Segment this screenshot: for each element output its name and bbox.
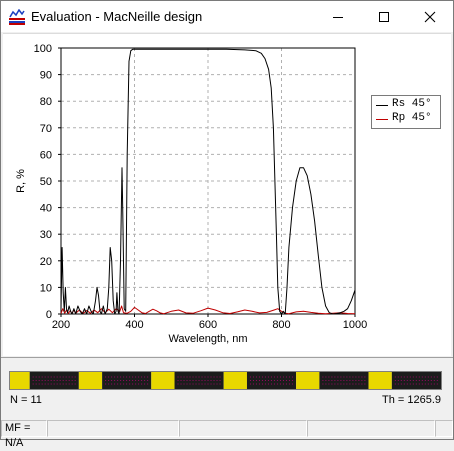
- window-title: Evaluation - MacNeille design: [31, 9, 203, 24]
- substrate-edge: [10, 372, 30, 389]
- y-tick-label: 40: [40, 203, 52, 215]
- app-icon: [9, 9, 25, 25]
- total-thickness: Th = 1265.9: [381, 394, 441, 406]
- maximize-icon: [379, 11, 389, 22]
- minimize-icon: [333, 16, 343, 18]
- layer-structure-bar[interactable]: [9, 371, 442, 390]
- x-tick-label: 600: [199, 319, 217, 331]
- status-panel-2: [47, 420, 179, 437]
- close-button[interactable]: [407, 1, 453, 32]
- evaluation-window: Evaluation - MacNeille design 200 400 600 8…: [0, 0, 454, 449]
- legend-label-rs: Rs 45°: [392, 98, 432, 110]
- y-tick-label: 10: [40, 282, 52, 294]
- x-axis-label: Wavelength, nm: [168, 333, 247, 345]
- layer-6: [223, 372, 247, 389]
- status-panel-3: [179, 420, 307, 437]
- title-bar[interactable]: Evaluation - MacNeille design: [1, 1, 453, 32]
- layer-structure-graphic: [10, 372, 441, 389]
- y-tick-label: 50: [40, 176, 52, 188]
- y-tick-label: 100: [34, 43, 52, 55]
- layer-4: [151, 372, 175, 389]
- status-panel-4: [307, 420, 435, 437]
- reflectance-chart[interactable]: 200 400 600 800 1000 0 10 20 30 40 50 60 70 80 90 100 Wa…: [3, 34, 451, 356]
- x-tick-label: 400: [125, 319, 143, 331]
- y-tick-label: 30: [40, 229, 52, 241]
- x-tick-label: 1000: [343, 319, 367, 331]
- y-tick-label: 90: [40, 70, 52, 82]
- panel-divider: [1, 357, 453, 358]
- x-tick-label: 800: [272, 319, 290, 331]
- x-tick-label: 200: [52, 319, 70, 331]
- layer-10: [368, 372, 392, 389]
- y-tick-label: 70: [40, 123, 52, 135]
- y-axis-label: R, %: [15, 169, 27, 193]
- status-mf: MF = N/A: [1, 420, 47, 449]
- legend-label-rp: Rp 45°: [392, 112, 432, 124]
- y-tick-label: 80: [40, 96, 52, 108]
- minimize-button[interactable]: [315, 1, 361, 32]
- y-tick-label: 20: [40, 256, 52, 268]
- y-tick-label: 0: [46, 309, 52, 321]
- plot-area[interactable]: 200 400 600 800 1000 0 10 20 30 40 50 60 70 80 90 100 Wa…: [3, 33, 451, 356]
- legend: Rs 45° Rp 45°: [371, 95, 441, 129]
- close-icon: [424, 11, 436, 22]
- legend-line-rp: [376, 119, 388, 120]
- layer-2: [78, 372, 103, 389]
- size-grip[interactable]: [435, 420, 453, 437]
- layer-8: [296, 372, 320, 389]
- maximize-button[interactable]: [361, 1, 407, 32]
- layer-count: N = 11: [10, 394, 42, 406]
- legend-line-rs: [376, 105, 388, 106]
- y-tick-label: 60: [40, 149, 52, 161]
- status-bar: MF = N/A: [1, 419, 453, 449]
